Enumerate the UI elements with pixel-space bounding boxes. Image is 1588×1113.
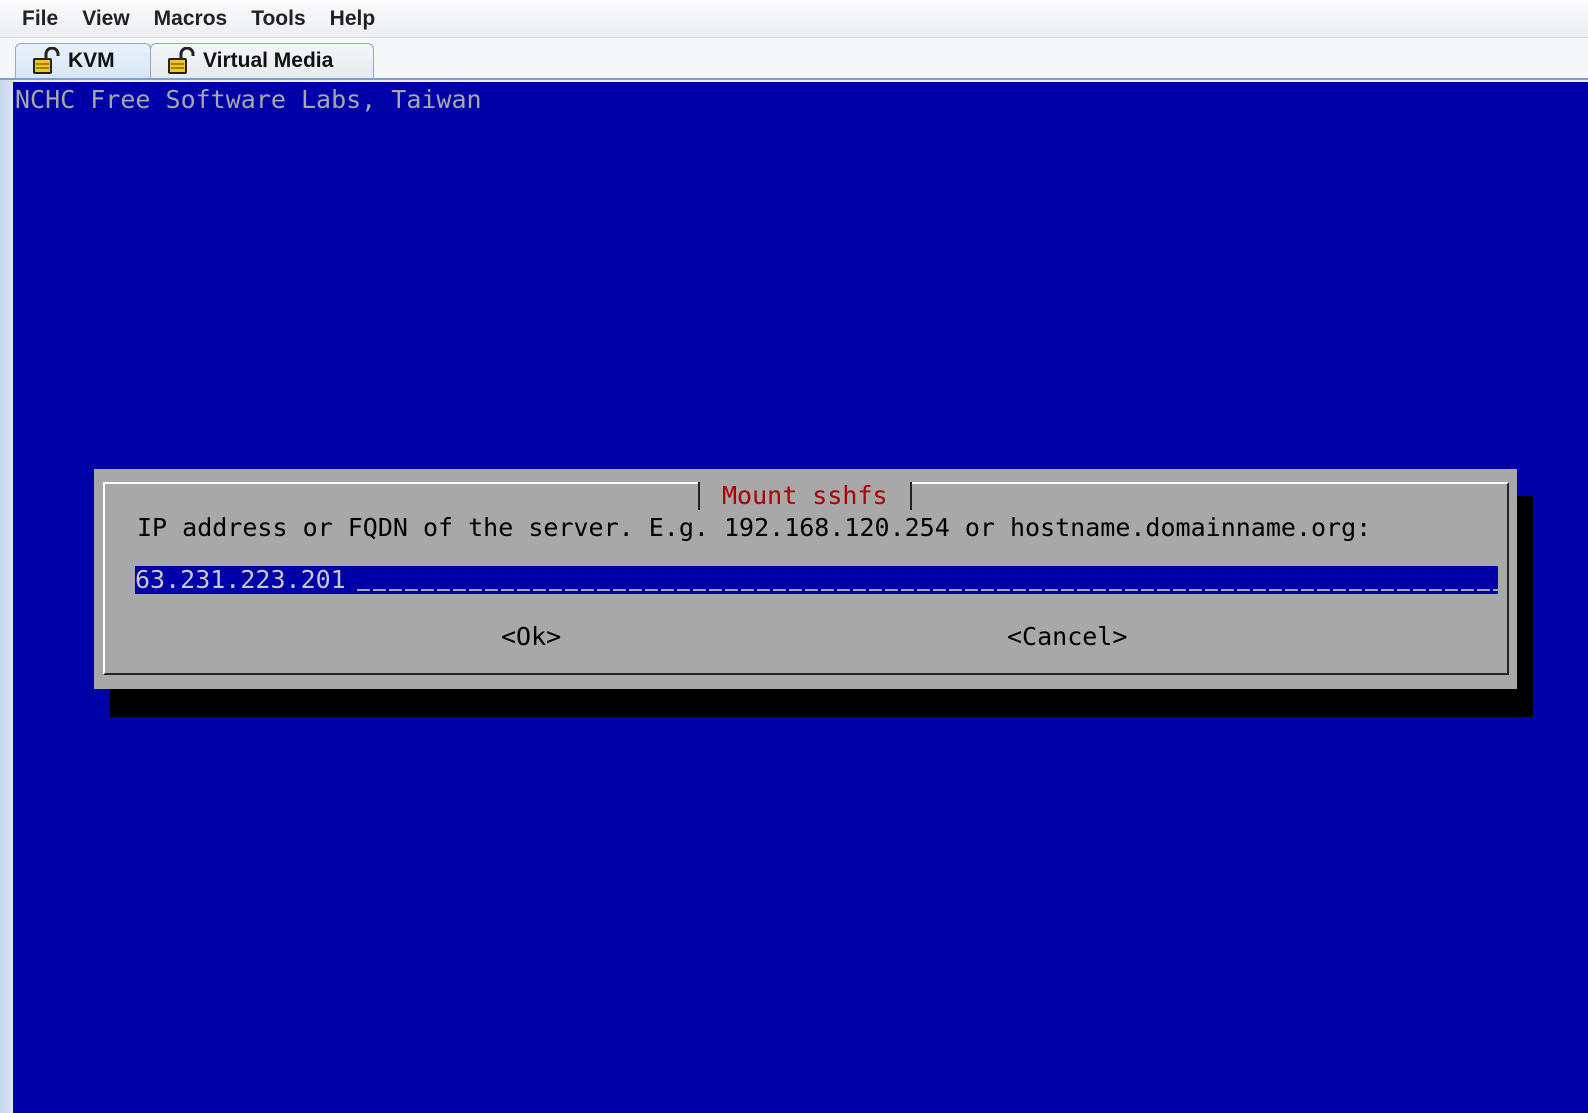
menu-macros[interactable]: Macros [142, 0, 240, 38]
menu-view[interactable]: View [70, 0, 141, 38]
kvm-console-screen[interactable]: NCHC Free Software Labs, Taiwan Mount ss… [13, 82, 1588, 1113]
input-underline [357, 589, 1498, 591]
server-address-input[interactable]: 63.231.223.201 [135, 566, 1498, 594]
cancel-button[interactable]: <Cancel> [1007, 622, 1127, 652]
ok-button[interactable]: <Ok> [501, 622, 561, 652]
server-address-value: 63.231.223.201 [135, 566, 346, 594]
tab-bar: KVM Virtual Media [0, 38, 1588, 80]
tab-virtual-media-label: Virtual Media [203, 49, 334, 72]
dialog-title: Mount sshfs [722, 481, 888, 510]
backtitle: NCHC Free Software Labs, Taiwan [15, 85, 482, 114]
window-left-edge [0, 80, 13, 1113]
menu-file[interactable]: File [10, 0, 70, 38]
tab-kvm[interactable]: KVM [15, 43, 151, 78]
menu-help[interactable]: Help [318, 0, 388, 38]
tab-kvm-label: KVM [68, 49, 115, 72]
kvm-viewer-window: File View Macros Tools Help KVM Virtual … [0, 0, 1588, 1113]
dialog-frame: Mount sshfs IP address or FQDN of the se… [103, 482, 1509, 675]
dialog-title-box: Mount sshfs [698, 482, 912, 510]
unlock-icon [32, 47, 62, 75]
tab-virtual-media[interactable]: Virtual Media [150, 43, 374, 78]
mount-sshfs-dialog: Mount sshfs IP address or FQDN of the se… [94, 469, 1517, 689]
dialog-prompt: IP address or FQDN of the server. E.g. 1… [137, 513, 1372, 542]
unlock-icon [167, 47, 197, 75]
menu-bar: File View Macros Tools Help [0, 0, 1588, 38]
title-right-tick [909, 482, 912, 510]
menu-tools[interactable]: Tools [239, 0, 317, 38]
